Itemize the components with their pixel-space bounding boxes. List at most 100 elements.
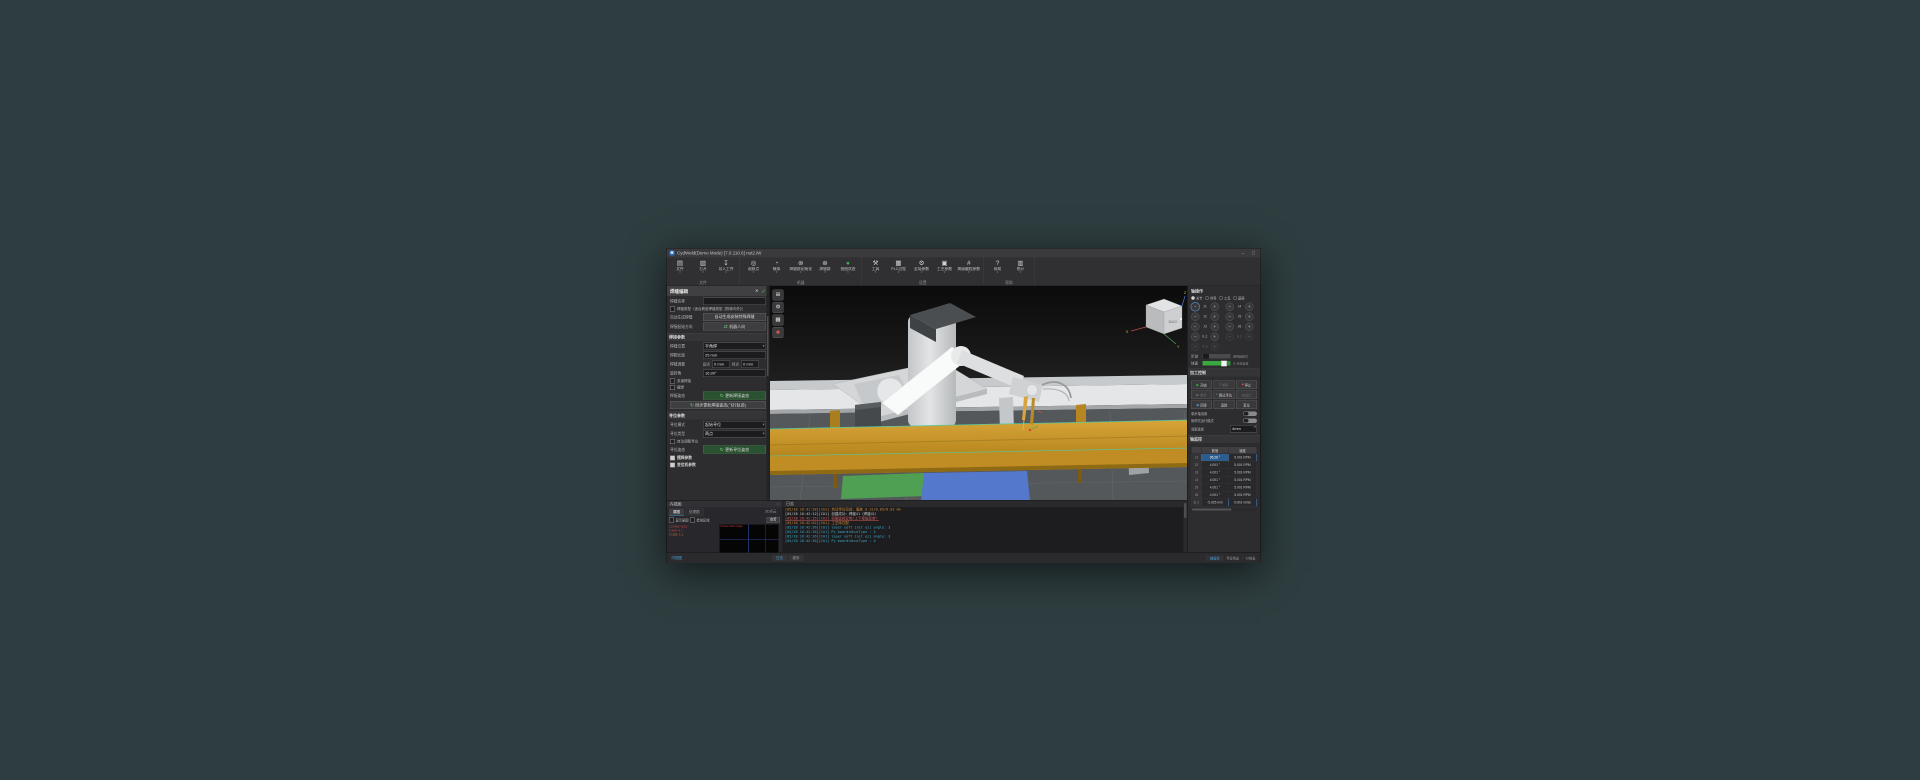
process-params-button[interactable]: ▣ 工艺参数 ▾	[934, 259, 956, 281]
global-params-button[interactable]: ⚙ 全局参数 ▾	[911, 259, 933, 281]
jog-minus-button[interactable]: −	[1225, 312, 1234, 321]
locate-auto-checkbox[interactable]	[670, 439, 675, 444]
jog-minus-button[interactable]: −	[1191, 312, 1200, 321]
toggle-step-axis[interactable]	[1243, 411, 1257, 416]
show-raw-checkbox[interactable]	[669, 517, 674, 523]
seam-group-button[interactable]: ⊛ 焊缝群 ▾	[814, 259, 836, 281]
log-scrollbar[interactable]	[1183, 501, 1187, 552]
open-button[interactable]: ▧ 打开 ▾	[692, 259, 714, 281]
step-slider[interactable]	[1202, 353, 1231, 359]
track-button[interactable]: 追踪	[1213, 400, 1235, 409]
adjust-end-input[interactable]: 0 mm	[741, 360, 759, 368]
detect-area-checkbox[interactable]	[690, 517, 695, 523]
toggle-weld-mode[interactable]	[1243, 418, 1257, 423]
jog-minus-button[interactable]: −	[1225, 332, 1234, 341]
table-row[interactable]: E.1 -5.925 mm 0.003 mm/s	[1191, 498, 1258, 507]
help-button[interactable]: ? 帮助 ▾	[987, 259, 1009, 281]
viewpoint-button[interactable]: ◎ 观察点 ▾	[743, 259, 765, 281]
pause-button[interactable]: ‖ 暂停	[1213, 380, 1235, 389]
view-settings-icon[interactable]: ⚙	[772, 302, 784, 313]
skip-locate-button[interactable]: » 跳过寻位	[1213, 390, 1235, 399]
leg-length-input[interactable]: 25 mm	[703, 351, 766, 359]
table-h-scrollbar[interactable]	[1191, 508, 1257, 511]
reset-button[interactable]: 复位	[1236, 400, 1257, 409]
advanced-params-button[interactable]: # 高级编程参数 ▾	[957, 259, 982, 281]
view-button[interactable]: 查看	[766, 517, 780, 523]
restore-button[interactable]: □	[1250, 251, 1258, 256]
stats-button[interactable]: ▥ 统计 ▾	[1010, 259, 1032, 281]
log-lines[interactable]: [05/18 16:41:58][CA1] 自动寻位完成：偏差 0.12/0.0…	[783, 507, 1183, 551]
jog-plus-button[interactable]: +	[1245, 302, 1254, 311]
multi-pass-checkbox[interactable]	[670, 378, 675, 384]
radio-world[interactable]	[1205, 296, 1209, 300]
close-icon[interactable]: ×	[755, 288, 758, 294]
simulate-button[interactable]: ◔ 模拟 ▾	[766, 259, 788, 281]
tab-locate-info[interactable]: 寻位信息	[1222, 555, 1243, 561]
home-button[interactable]: ◉ 回零	[1191, 400, 1212, 409]
adjust-start-input[interactable]: 0 mm	[712, 360, 730, 368]
jog-plus-button[interactable]: +	[1245, 332, 1254, 341]
jog-plus-button[interactable]: +	[1210, 312, 1219, 321]
confirm-icon[interactable]: ✓	[761, 288, 766, 294]
table-row[interactable]: J4 4.001 ° 5.001 RPM	[1191, 476, 1258, 484]
radio-base[interactable]	[1233, 296, 1237, 300]
jog-minus-button[interactable]: −	[1225, 302, 1234, 311]
import-part-button[interactable]: ↧ 导入工件 ▾	[715, 259, 737, 281]
file-button[interactable]: ▤ 文件 ▾	[669, 259, 691, 281]
jog-plus-button[interactable]: +	[1245, 322, 1254, 331]
fit-view-icon[interactable]: ⊞	[772, 289, 784, 301]
seam-group-init-button[interactable]: ⊚ 焊缝群初始化 ▾	[789, 259, 814, 281]
tab-log[interactable]: 日志	[772, 555, 787, 561]
tab-3d-pointcloud[interactable]: 3D点云	[762, 509, 780, 516]
sync-update-pose-button[interactable]: ↻ 同步更新焊接姿态(飞行轨迹)	[670, 401, 766, 409]
jog-plus-button[interactable]: +	[1210, 322, 1219, 331]
locate-type-select[interactable]: 两点 ▾	[703, 430, 766, 438]
tools-button[interactable]: ⚒ 工具 ▾	[865, 259, 887, 281]
camera-image[interactable]: Process Max Image	[719, 524, 779, 555]
table-row[interactable]: J6 4.001 ° 5.001 RPM	[1191, 491, 1258, 499]
tab-io-info[interactable]: IO信息	[1242, 555, 1258, 561]
jog-minus-button[interactable]: −	[1191, 342, 1200, 351]
seam-type-checkbox[interactable]	[670, 306, 675, 312]
dry-run-button[interactable]: 空运行	[1236, 390, 1257, 399]
stop-button[interactable]: ■ 停止	[1236, 380, 1257, 389]
minimize-button[interactable]: –	[1239, 251, 1247, 256]
tab-processed-image[interactable]: 处理图	[685, 508, 704, 516]
autogen-button[interactable]: 自动生成安装特殊焊缝	[703, 313, 766, 321]
jog-plus-button[interactable]: +	[1210, 342, 1219, 351]
tab-raw-image[interactable]: 原图	[669, 508, 684, 516]
locate-mode-select[interactable]: 起始寻位 ▾	[703, 421, 766, 429]
measure-icon[interactable]: ◆	[772, 327, 784, 338]
jog-plus-button[interactable]: +	[1210, 332, 1219, 341]
start-button[interactable]: ▶ 开始	[1191, 380, 1212, 389]
jog-setting-link[interactable]: ⚙ 点动设置	[1233, 361, 1249, 366]
table-row[interactable]: J2 4.001 ° 5.001 RPM	[1191, 461, 1258, 469]
robot-direction-button[interactable]: ⇄ 机器人向	[703, 322, 766, 331]
jog-minus-button[interactable]: −	[1191, 302, 1200, 311]
plc-button[interactable]: ▦ PLC过程 ▾	[888, 259, 910, 281]
3d-viewport[interactable]: ⊞ ⚙ ▦ ◆ BACK X Y Z	[769, 285, 1188, 501]
tab-axis-monitor[interactable]: 轴监控	[1206, 555, 1223, 561]
jog-minus-button[interactable]: −	[1191, 322, 1200, 331]
speed-slider[interactable]	[1202, 360, 1231, 367]
tab-inner-view[interactable]: 内视图	[672, 556, 683, 561]
seam-name-input[interactable]	[703, 297, 766, 305]
jog-plus-button[interactable]: +	[1245, 312, 1254, 321]
radio-joint[interactable]	[1191, 296, 1195, 300]
jog-minus-button[interactable]: −	[1225, 322, 1234, 331]
seam-position-select[interactable]: 平角焊 ▾	[703, 342, 766, 350]
weave-params-checkbox[interactable]	[670, 455, 675, 461]
tab-program[interactable]: 程序	[788, 555, 804, 561]
jog-plus-button[interactable]: +	[1210, 302, 1219, 311]
update-weld-pose-button[interactable]: ↻ 更新焊接姿态	[703, 391, 766, 400]
weave-checkbox[interactable]	[670, 385, 675, 390]
positioner-params-checkbox[interactable]	[670, 462, 675, 468]
expand-icon[interactable]: ∷	[777, 502, 780, 507]
table-row[interactable]: J5 4.001 ° 5.001 RPM	[1191, 483, 1258, 492]
table-row[interactable]: J1 95.26 ° 5.001 RPM	[1191, 453, 1258, 462]
snapshot-icon[interactable]: ▦	[772, 314, 784, 326]
table-row[interactable]: J3 4.001 ° 5.001 RPM	[1191, 468, 1258, 477]
view-state-button[interactable]: ● 视图状态 ▾	[837, 259, 859, 281]
single-step-button[interactable]: ▶ 单步	[1191, 390, 1212, 399]
spacing-select[interactable]: 4mm ▴▾	[1230, 425, 1257, 433]
